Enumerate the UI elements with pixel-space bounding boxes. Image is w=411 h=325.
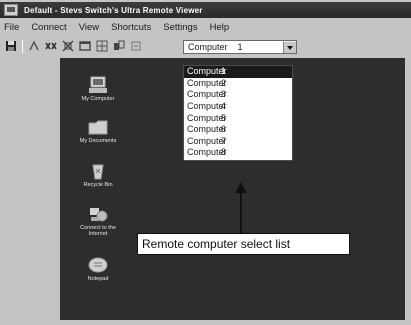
list-item[interactable]: Computer 2	[184, 78, 292, 90]
title-bar: Default - Stevs Switch's Ultra Remote Vi…	[0, 2, 411, 18]
disconnect-icon[interactable]	[45, 40, 57, 52]
grid-icon[interactable]	[96, 40, 108, 52]
desktop-icon-label: My Documents	[79, 138, 117, 144]
internet-icon	[87, 205, 109, 223]
desktop-icon-label: Notepad	[87, 276, 109, 282]
refresh-icon[interactable]	[130, 40, 142, 52]
window-title: Default - Stevs Switch's Ultra Remote Vi…	[24, 5, 203, 15]
menu-bar: File Connect View Shortcuts Settings Hel…	[0, 20, 411, 35]
desktop-icon-label: My Computer	[81, 96, 115, 102]
menu-help[interactable]: Help	[210, 22, 230, 33]
list-item[interactable]: Computer 1	[184, 66, 292, 78]
menu-shortcuts[interactable]: Shortcuts	[111, 22, 151, 33]
list-item[interactable]: Computer 8	[184, 147, 292, 159]
desktop-icon-label-line2: Internet	[88, 231, 108, 237]
desktop-icon-my-computer[interactable]: My Computer	[68, 76, 128, 102]
list-item[interactable]: Computer 3	[184, 89, 292, 101]
computer-select-list: Computer 1 Computer 2 Computer 3 Computer 4 …	[183, 65, 293, 161]
menu-view[interactable]: View	[79, 22, 99, 33]
callout-label: Remote computer select list	[137, 233, 350, 255]
chevron-down-icon[interactable]	[283, 41, 296, 53]
callout-arrow-line	[240, 190, 242, 233]
computer-select[interactable]: Computer 1	[183, 40, 297, 54]
remote-viewer-window: Default - Stevs Switch's Ultra Remote Vi…	[0, 0, 411, 325]
fullscreen-icon[interactable]	[62, 40, 74, 52]
desktop-icon-my-documents[interactable]: My Documents	[68, 118, 128, 144]
list-item[interactable]: Computer 7	[184, 136, 292, 148]
toolbar-separator	[22, 39, 23, 53]
desktop-icon-connect-internet[interactable]: Connect to the Internet	[68, 205, 128, 237]
window-left-margin	[0, 58, 60, 325]
folder-icon	[87, 118, 109, 136]
window-icon[interactable]	[79, 40, 91, 52]
save-icon[interactable]	[5, 40, 17, 52]
notepad-icon	[87, 256, 109, 274]
menu-file[interactable]: File	[4, 22, 19, 33]
list-item[interactable]: Computer 6	[184, 124, 292, 136]
menu-settings[interactable]: Settings	[163, 22, 197, 33]
computer-icon	[87, 76, 109, 94]
recycle-bin-icon	[87, 162, 109, 180]
list-item[interactable]: Computer 5	[184, 112, 292, 124]
list-item[interactable]: Computer 4	[184, 101, 292, 113]
computer-select-value: Computer 1	[188, 42, 243, 52]
desktop-icon-notepad[interactable]: Notepad	[68, 256, 128, 282]
transfer-icon[interactable]	[113, 40, 125, 52]
menu-connect[interactable]: Connect	[31, 22, 66, 33]
app-icon	[4, 4, 18, 16]
connect-icon[interactable]	[28, 40, 40, 52]
desktop-icon-label: Recycle Bin	[83, 182, 113, 188]
desktop-icon-recycle-bin[interactable]: Recycle Bin	[68, 162, 128, 188]
